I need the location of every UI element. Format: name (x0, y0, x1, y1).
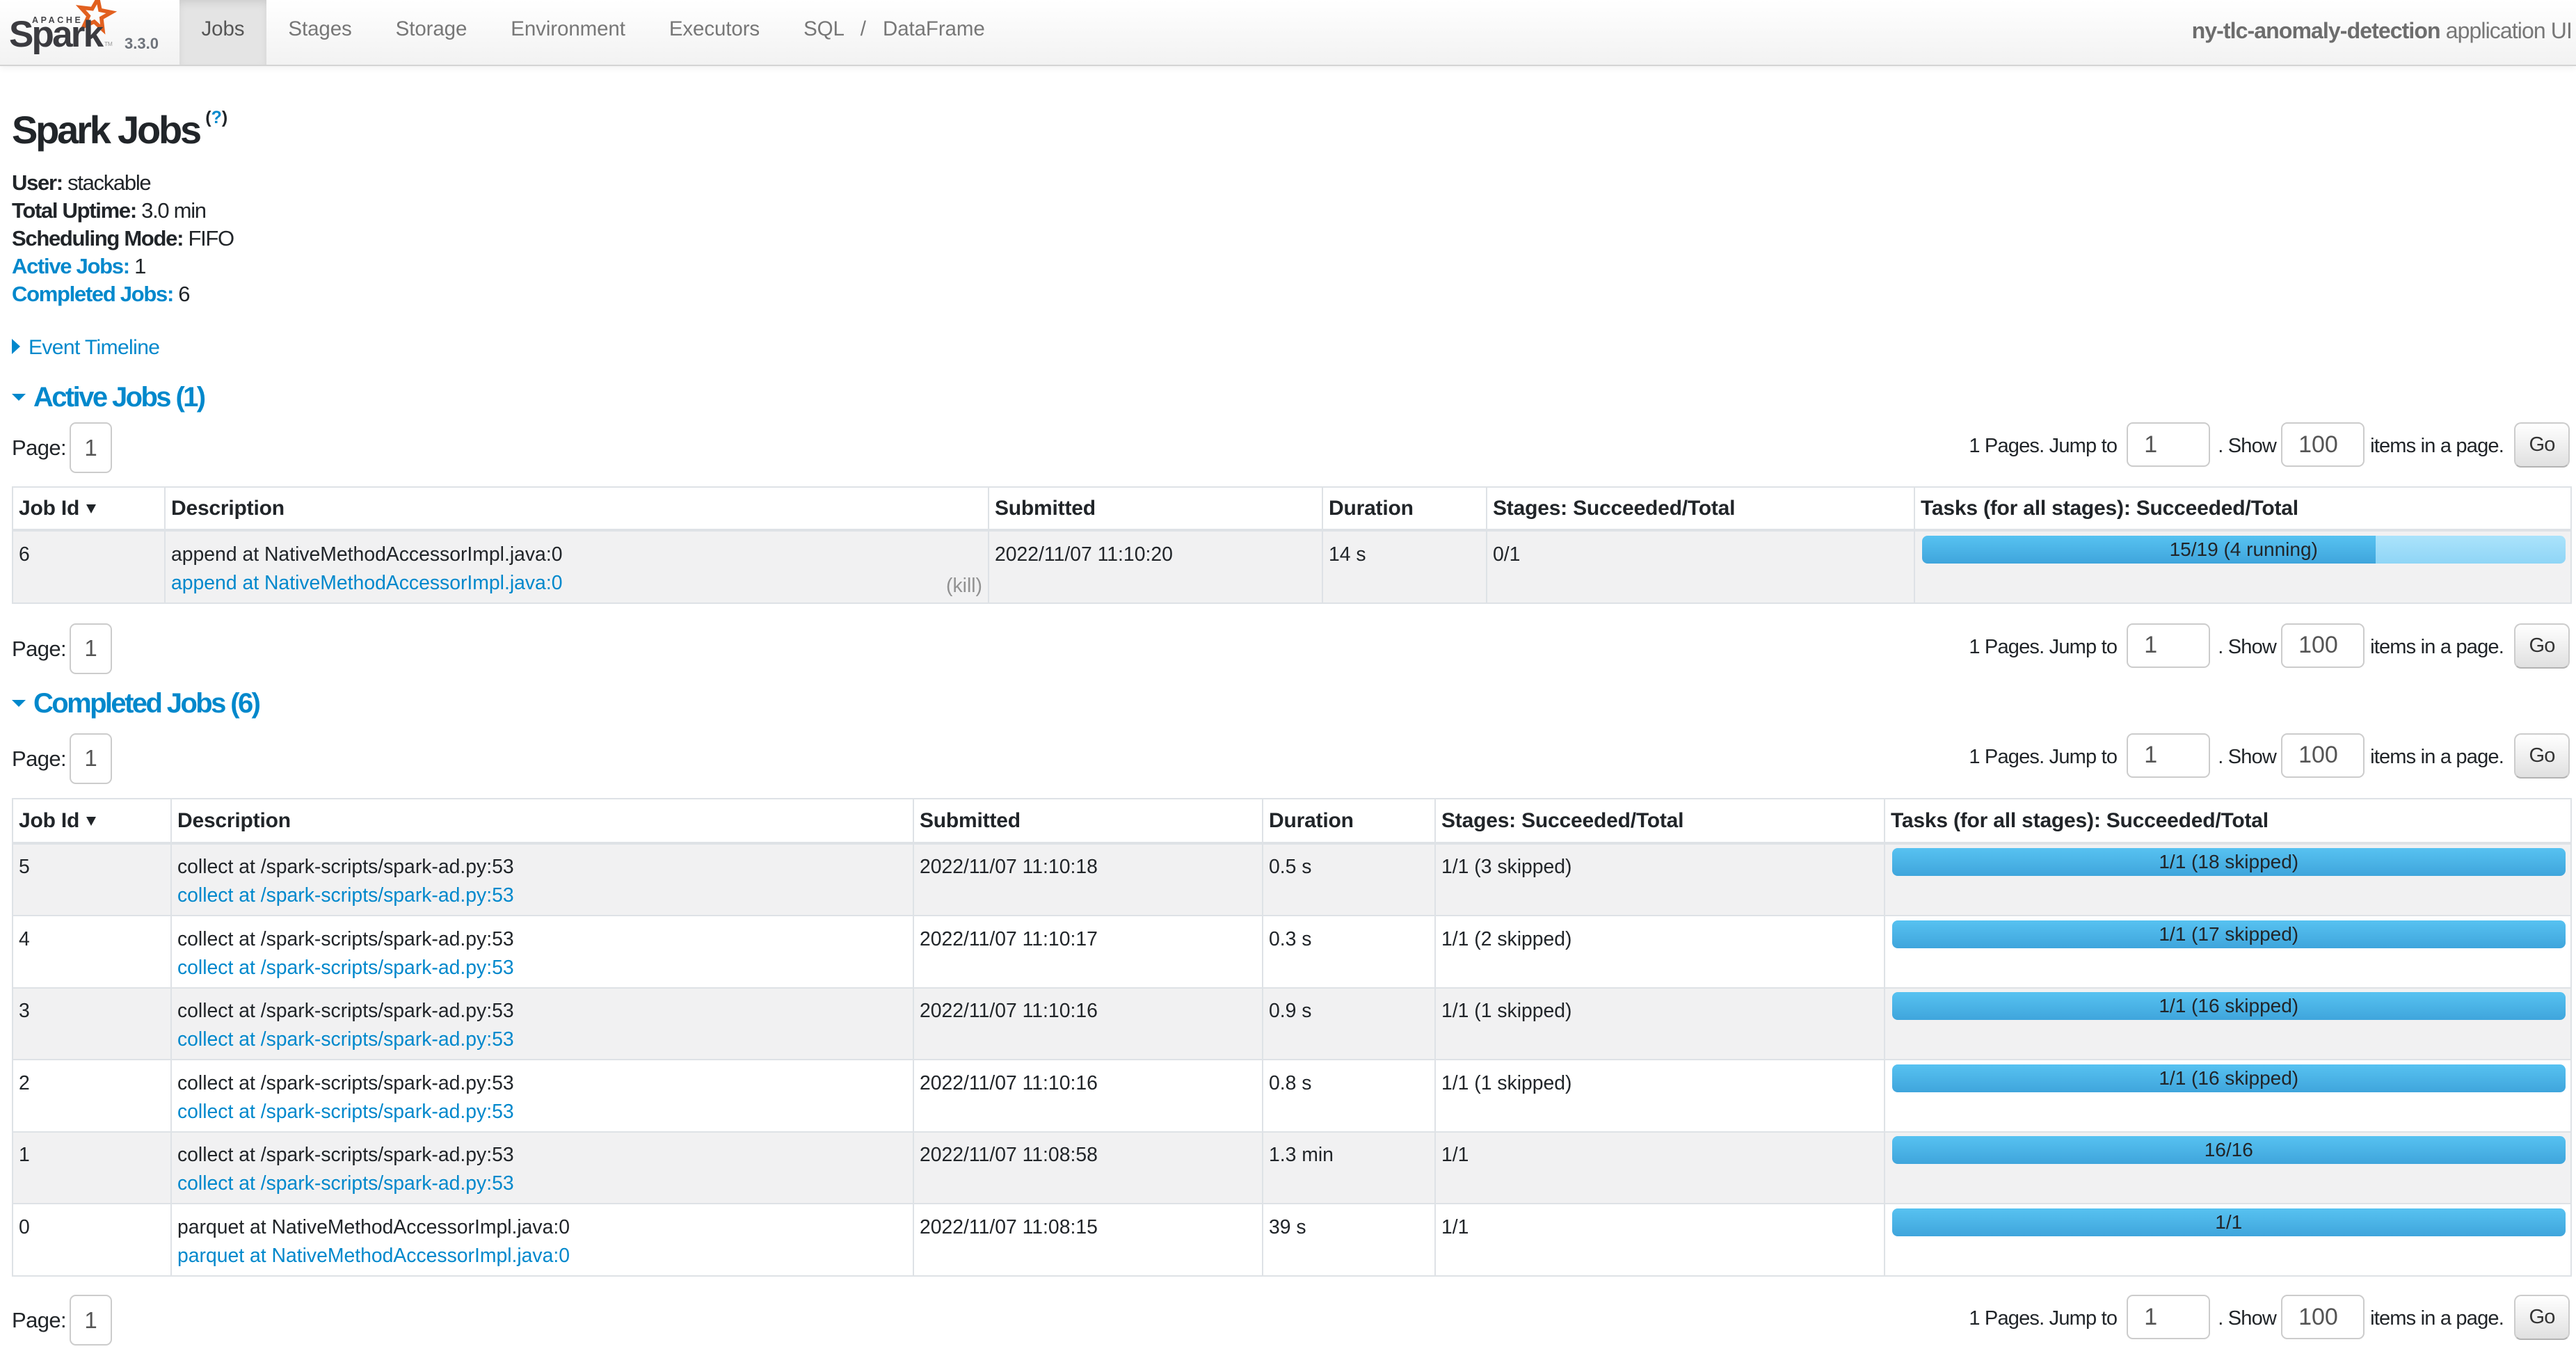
svg-text:TM: TM (104, 40, 113, 47)
svg-text:APACHE: APACHE (32, 15, 83, 25)
svg-text:3.3.0: 3.3.0 (125, 35, 159, 52)
